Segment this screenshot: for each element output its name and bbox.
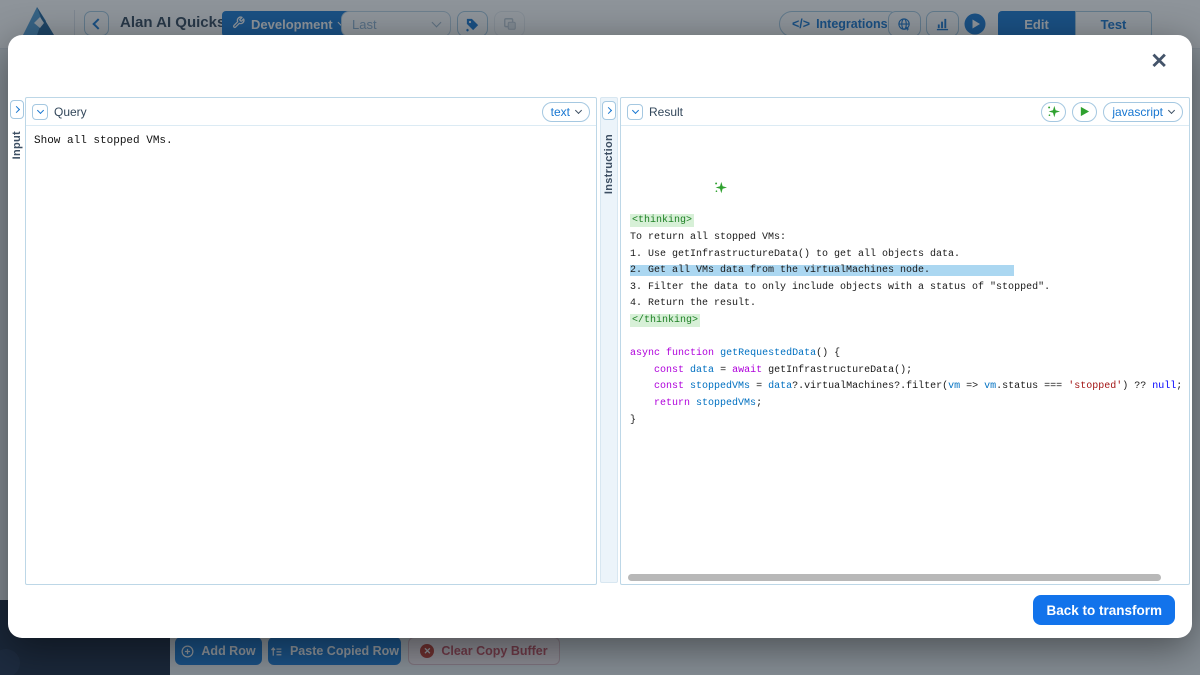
query-panel: Query text Show all stopped VMs. (25, 97, 597, 585)
transform-details-modal: ✕ Input Query text Show (8, 35, 1192, 638)
code-lines: <thinking>To return all stopped VMs:1. U… (630, 213, 1181, 429)
input-collapse-button[interactable] (10, 100, 24, 119)
result-panel-title: Result (649, 105, 683, 119)
query-panel-title: Query (54, 105, 87, 119)
sparkle-icon (714, 181, 727, 194)
query-format-select[interactable]: text (542, 102, 590, 122)
result-code: <thinking>To return all stopped VMs:1. U… (621, 126, 1189, 462)
result-editor[interactable]: <thinking>To return all stopped VMs:1. U… (621, 126, 1189, 584)
close-icon[interactable]: ✕ (1150, 51, 1168, 72)
horizontal-scrollbar[interactable] (628, 574, 1177, 581)
chevron-down-icon (575, 107, 582, 114)
app-window: Alan AI Quickstart Development Last </> … (0, 0, 1200, 675)
result-collapse-toggle[interactable] (627, 104, 643, 120)
query-editor[interactable]: Show all stopped VMs. (26, 126, 596, 584)
query-content: Show all stopped VMs. (26, 126, 596, 157)
result-language-select[interactable]: javascript (1103, 102, 1183, 122)
sparkle-marker (630, 164, 1181, 179)
generate-code-button[interactable] (1041, 102, 1066, 122)
input-rail-label: Input (11, 131, 23, 159)
query-collapse-toggle[interactable] (32, 104, 48, 120)
run-code-button[interactable] (1072, 102, 1097, 122)
instruction-rail: Instruction (600, 97, 618, 583)
back-to-transform-button[interactable]: Back to transform (1033, 595, 1175, 625)
sparkle-icon (1047, 105, 1060, 118)
chevron-down-icon (1168, 107, 1175, 114)
result-panel-header: Result javascript (621, 98, 1189, 126)
instruction-rail-label: Instruction (603, 134, 615, 194)
scrollbar-thumb[interactable] (628, 574, 1161, 581)
modal-workspace: Input Query text Show all stopped VMs. (8, 97, 1192, 585)
play-icon (1079, 106, 1090, 117)
query-panel-header: Query text (26, 98, 596, 126)
result-panel: Result javascript (620, 97, 1190, 585)
input-rail: Input (10, 97, 25, 585)
instruction-collapse-button[interactable] (602, 101, 616, 120)
